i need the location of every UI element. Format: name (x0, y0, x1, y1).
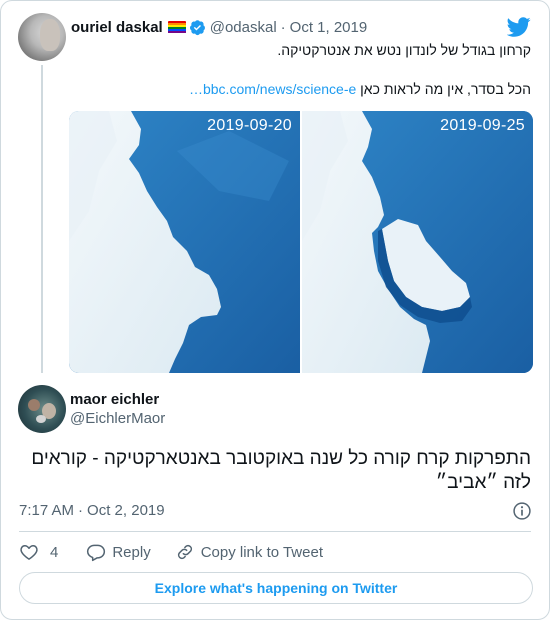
link-icon (177, 544, 192, 560)
twitter-bird-icon[interactable] (507, 15, 531, 39)
like-button[interactable]: 4 (19, 542, 58, 562)
tweet-actions-bar: 4 Reply Copy link to Tweet (19, 541, 323, 563)
reply-author-name[interactable]: maor eichler (70, 391, 159, 408)
satellite-image-after[interactable]: 2019-09-25 (302, 111, 533, 373)
parent-author-name[interactable]: ouriel daskal (71, 19, 163, 36)
header-separator: · (280, 18, 286, 36)
info-icon[interactable] (512, 501, 532, 521)
reply-author-avatar[interactable] (18, 385, 66, 433)
tweet-timestamp[interactable]: 7:17 AM · Oct 2, 2019 (19, 502, 165, 519)
parent-tweet-text-prefix: הכל בסדר, אין מה לראות כאן (360, 81, 531, 97)
parent-tweet-text-line1: קרחון בגודל של לונדון נטש את אנטרקטיקה. (277, 42, 531, 58)
parent-author-handle[interactable]: @odaskal (210, 19, 277, 36)
satellite-image-before[interactable]: 2019-09-20 (69, 111, 300, 373)
tweet-embed-card: ouriel daskal @odaskal · Oct 1, 2019 קרח… (0, 0, 550, 620)
image-date-label: 2019-09-25 (440, 117, 525, 134)
article-link[interactable]: bbc.com/news/science-e… (189, 81, 356, 97)
divider (19, 531, 531, 532)
copy-link-button[interactable]: Copy link to Tweet (175, 542, 323, 562)
thread-connector-line (41, 65, 43, 373)
satellite-image-before-graphic (69, 111, 300, 373)
rainbow-flag-icon (167, 20, 186, 34)
reply-button[interactable]: Reply (86, 542, 151, 562)
parent-author-avatar[interactable] (18, 13, 66, 61)
parent-tweet-text-line2: הכל בסדר, אין מה לראות כאן bbc.com/news/… (189, 81, 531, 97)
reply-author-handle[interactable]: @EichlerMaor (70, 410, 165, 427)
explore-twitter-button[interactable]: Explore what's happening on Twitter (19, 572, 533, 604)
reply-tweet-text: התפרקות קרח קורה כל שנה באוקטובר באנטארק… (31, 448, 531, 493)
heart-icon (20, 545, 38, 560)
timestamp-separator: · (78, 502, 84, 519)
like-count: 4 (50, 543, 59, 561)
parent-tweet-date[interactable]: Oct 1, 2019 (290, 19, 368, 36)
reply-label: Reply (112, 543, 151, 561)
tweet-media-grid[interactable]: 2019-09-20 2019-09-25 (69, 111, 533, 373)
image-date-label: 2019-09-20 (207, 117, 292, 134)
tweet-time: 7:17 AM (19, 502, 75, 519)
tweet-date: Oct 2, 2019 (87, 502, 165, 519)
copy-link-label: Copy link to Tweet (200, 543, 323, 561)
parent-tweet-header: ouriel daskal @odaskal · Oct 1, 2019 (71, 17, 367, 37)
speech-bubble-icon (87, 544, 106, 562)
verified-badge-icon (189, 19, 205, 35)
satellite-image-after-graphic (302, 111, 533, 373)
